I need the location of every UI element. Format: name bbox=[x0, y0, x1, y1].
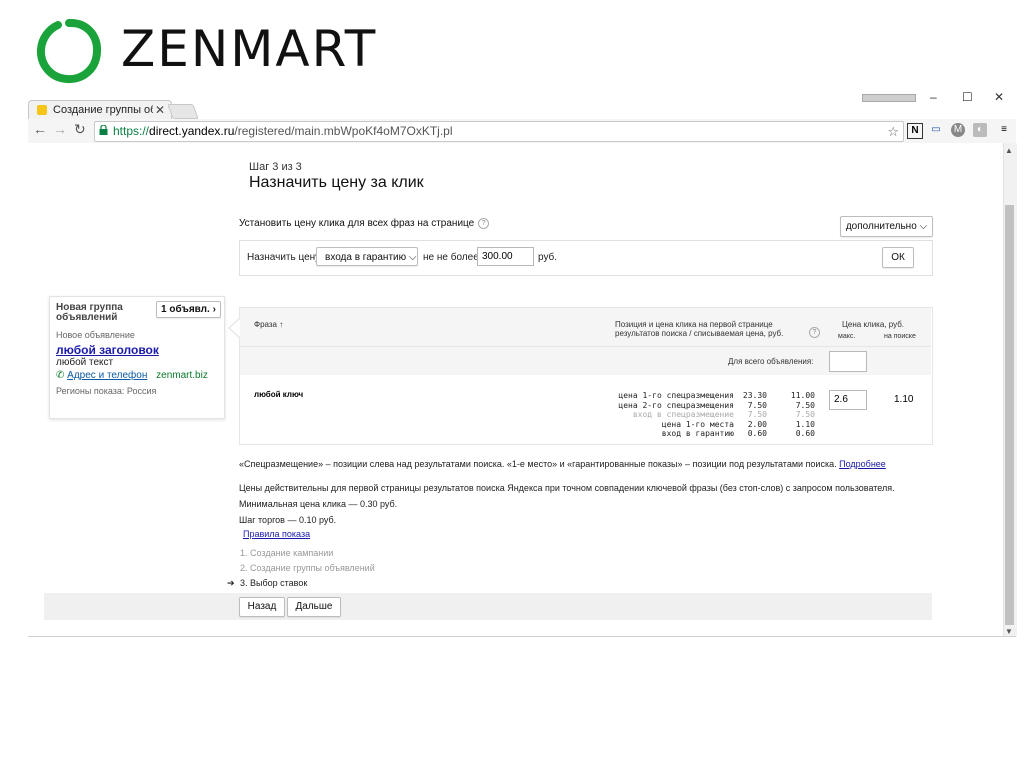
position-row: вход в спецразмещение 7.50 7.50 bbox=[632, 410, 815, 419]
bookmark-star-icon[interactable]: ☆ bbox=[887, 122, 899, 141]
pointer-arrow-inner bbox=[230, 319, 240, 337]
logo-text: ZENMART bbox=[121, 20, 378, 78]
close-window-button[interactable]: ✕ bbox=[994, 90, 1004, 104]
back-button[interactable]: Назад bbox=[239, 597, 285, 617]
chevron-down-icon: ⌵ bbox=[408, 252, 417, 263]
price-column-header: Цена клика, руб. bbox=[842, 320, 905, 329]
reload-icon[interactable]: ↻ bbox=[74, 121, 86, 138]
ad-text: любой текст bbox=[56, 357, 114, 368]
current-step-arrow-icon: ➔ bbox=[227, 578, 235, 588]
address-phone-link[interactable]: Адрес и телефон bbox=[67, 370, 147, 381]
back-arrow-icon[interactable]: ← bbox=[33, 121, 47, 137]
chevron-right-icon: › bbox=[212, 304, 216, 315]
table-header bbox=[240, 308, 931, 347]
scrollbar-thumb[interactable] bbox=[1005, 205, 1014, 625]
ad-domain: zenmart.biz bbox=[156, 370, 208, 381]
new-ad-label: Новое объявление bbox=[56, 330, 135, 340]
positions-list: цена 1-го спецразмещения 23.30 11.00 цен… bbox=[590, 391, 820, 439]
max-price-input[interactable]: 2.6 bbox=[829, 390, 867, 410]
help-icon[interactable]: ? bbox=[478, 218, 490, 229]
extension-screen-icon[interactable]: ▭ bbox=[929, 123, 943, 137]
tab-close-icon[interactable]: ✕ bbox=[155, 101, 165, 119]
ad-contacts: ✆ Адрес и телефон zenmart.biz bbox=[56, 370, 208, 381]
phrase-column-header[interactable]: Фраза ↑ bbox=[254, 320, 283, 329]
phrase-cell: любой ключ bbox=[254, 390, 304, 399]
position-row: вход в гарантию 0.60 0.60 bbox=[661, 429, 815, 438]
menu-icon[interactable]: ≡ bbox=[997, 123, 1011, 137]
phone-icon: ✆ bbox=[56, 370, 65, 381]
position-row: цена 2-го спецразмещения 7.50 7.50 bbox=[618, 400, 815, 410]
more-link[interactable]: Подробнее bbox=[839, 459, 886, 469]
help-icon[interactable]: ? bbox=[809, 327, 820, 338]
step-item: 2. Создание группы объявлений bbox=[240, 563, 375, 573]
strategy-select[interactable]: входа в гарантию ⌵ bbox=[316, 247, 418, 266]
url-text: https://direct.yandex.ru/registered/main… bbox=[113, 124, 453, 138]
group-title: Новая группа объявлений bbox=[56, 302, 123, 323]
chevron-down-icon: ⌵ bbox=[919, 221, 928, 232]
position-column-header: Позиция и цена клика на первой странице р… bbox=[615, 320, 784, 338]
new-tab-button[interactable] bbox=[167, 104, 199, 119]
additional-dropdown[interactable]: дополнительно ⌵ bbox=[840, 216, 933, 237]
maximize-button[interactable]: ☐ bbox=[962, 90, 973, 104]
min-price-note: Минимальная цена клика — 0.30 руб. bbox=[239, 499, 398, 509]
address-bar[interactable]: https://direct.yandex.ru/registered/main… bbox=[94, 121, 904, 142]
scroll-up-icon[interactable]: ▲ bbox=[1005, 146, 1013, 155]
position-row: цена 1-го места 2.00 1.10 bbox=[661, 419, 815, 429]
ad-title-link[interactable]: любой заголовок bbox=[56, 343, 159, 357]
lock-icon bbox=[99, 125, 108, 135]
max-column-header: макс. bbox=[838, 333, 856, 340]
on-search-column-header: на поиске bbox=[884, 333, 916, 340]
profile-indicator bbox=[862, 94, 916, 102]
bid-step-note: Шаг торгов — 0.10 руб. bbox=[239, 515, 337, 525]
step-indicator: Шаг 3 из 3 bbox=[249, 161, 302, 173]
currency-label: руб. bbox=[538, 252, 558, 263]
on-search-value: 1.10 bbox=[894, 394, 914, 405]
rules-link[interactable]: Правила показа bbox=[243, 529, 310, 539]
all-ads-label: Для всего объявления: bbox=[728, 357, 814, 366]
section-title: Установить цену клика для всех фраз на с… bbox=[239, 218, 490, 229]
scroll-down-icon[interactable]: ▼ bbox=[1005, 627, 1013, 636]
set-price-label: Назначить цену bbox=[247, 252, 321, 263]
forward-arrow-icon[interactable]: → bbox=[53, 121, 67, 137]
minimize-button[interactable]: – bbox=[930, 90, 937, 104]
page-title: Назначить цену за клик bbox=[249, 174, 424, 191]
next-button[interactable]: Дальше bbox=[287, 597, 341, 617]
step-item: 1. Создание кампании bbox=[240, 548, 334, 558]
tab-title: Создание группы объяв bbox=[53, 104, 153, 116]
position-row: цена 1-го спецразмещения 23.30 11.00 bbox=[618, 391, 815, 400]
browser-tab[interactable]: Создание группы объяв ✕ bbox=[28, 100, 172, 119]
max-label: не не более bbox=[423, 252, 479, 263]
ads-count-button[interactable]: 1 объявл. › bbox=[156, 301, 221, 318]
all-ads-row bbox=[240, 347, 931, 375]
extension-n-icon[interactable]: N bbox=[907, 123, 923, 139]
all-ads-price-input[interactable] bbox=[829, 351, 867, 372]
footer-bar bbox=[44, 593, 932, 620]
extension-m-icon[interactable]: M bbox=[951, 123, 965, 137]
extension-gray-icon[interactable]: ◐ bbox=[973, 123, 987, 137]
placement-note: «Спецразмещение» – позиции слева над рез… bbox=[239, 459, 886, 469]
regions-text: Регионы показа: Россия bbox=[56, 386, 157, 396]
yandex-favicon-icon bbox=[37, 105, 47, 115]
zenmart-logo-icon bbox=[36, 19, 102, 84]
step-item-current: 3. Выбор ставок bbox=[240, 578, 308, 588]
ok-button[interactable]: ОК bbox=[882, 247, 914, 268]
prices-note: Цены действительны для первой страницы р… bbox=[239, 483, 895, 493]
price-input[interactable]: 300.00 bbox=[477, 247, 534, 266]
